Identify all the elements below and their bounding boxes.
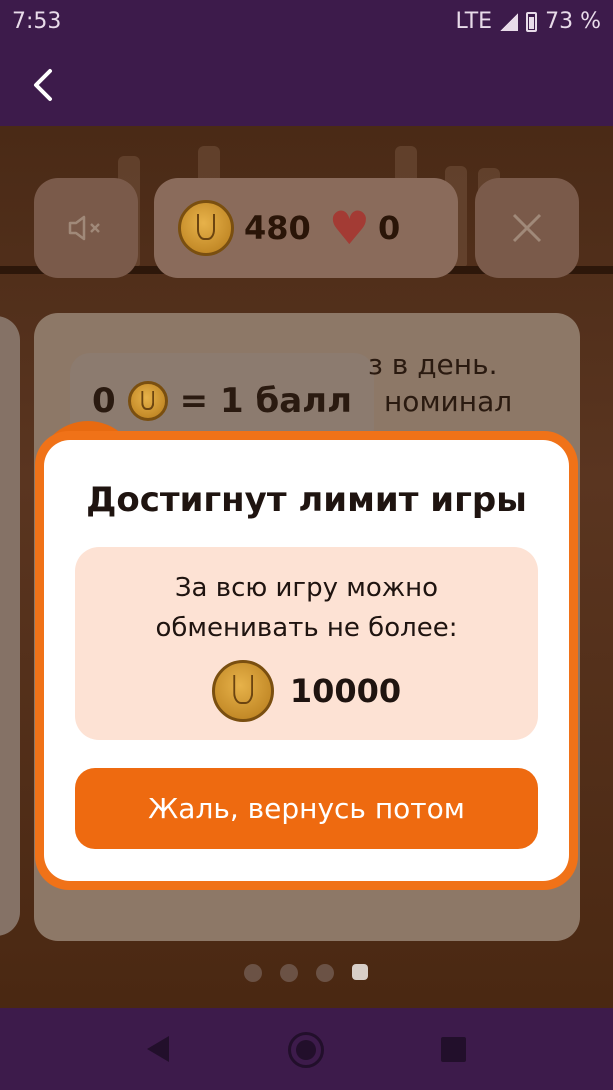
mute-button[interactable] [34, 178, 138, 278]
close-icon [512, 213, 542, 243]
info-line: За всю игру можно [174, 573, 439, 603]
limit-amount: 10000 [75, 660, 538, 722]
come-back-later-button[interactable]: Жаль, вернусь потом [75, 768, 538, 849]
page-dot[interactable] [280, 964, 298, 982]
page-dot[interactable] [244, 964, 262, 982]
signal-icon [500, 12, 519, 31]
coin-icon [178, 200, 234, 256]
limit-info-box: За всю игру можно обменивать не более: 1… [75, 547, 538, 740]
limit-dialog: Достигнут лимит игры За всю игру можно о… [44, 440, 569, 881]
app-bar [0, 45, 613, 126]
rate-left: 0 [92, 381, 116, 421]
coin-icon [211, 660, 274, 722]
coin-count: 480 [244, 209, 311, 247]
network-type: LTE [455, 9, 493, 34]
nav-back-icon[interactable] [145, 1034, 171, 1064]
status-bar: 7:53 LTE 73 % [0, 0, 613, 45]
back-button[interactable] [24, 65, 64, 105]
status-indicators: LTE 73 % [456, 9, 601, 34]
heart-icon: ♥ [328, 201, 371, 255]
chevron-left-icon [34, 69, 52, 101]
battery-percent: 73 % [545, 9, 601, 34]
nav-recents-icon[interactable] [441, 1037, 466, 1062]
card-text: з в день. [368, 348, 498, 381]
rate-right: = 1 балл [179, 381, 352, 421]
card-text: номинал [384, 385, 513, 418]
page-dot[interactable] [316, 964, 334, 982]
close-game-button[interactable] [475, 178, 579, 278]
page-indicator [244, 964, 368, 982]
limit-value: 10000 [289, 672, 402, 710]
info-line: обменивать не более: [155, 613, 458, 643]
score-panel: 480 ♥ 0 [154, 178, 458, 278]
nav-home-icon[interactable] [288, 1032, 324, 1068]
page-dot-active[interactable] [352, 964, 368, 980]
lives-count: 0 [378, 209, 401, 247]
sound-off-icon [68, 215, 100, 241]
coin-icon [127, 381, 168, 421]
dialog-title: Достигнут лимит игры [86, 480, 527, 520]
system-nav-bar [0, 1008, 613, 1090]
previous-card-edge [0, 316, 20, 936]
battery-icon [526, 11, 538, 32]
status-time: 7:53 [12, 9, 62, 34]
